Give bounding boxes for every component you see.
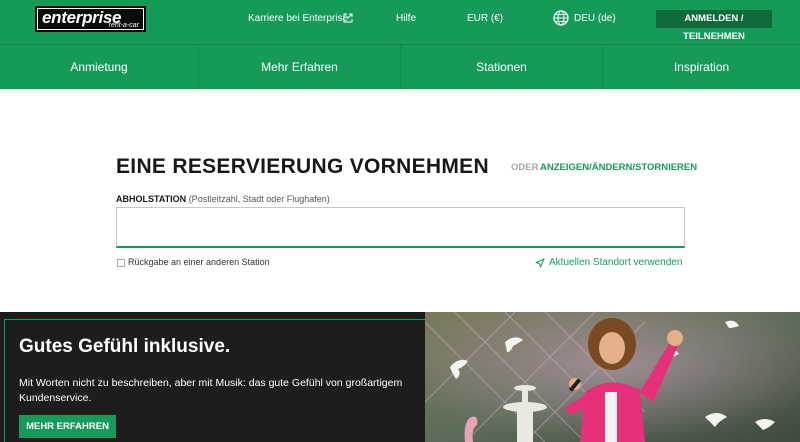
different-return-label[interactable]: Rückgabe an einer anderen Station [128, 257, 270, 267]
nav-item-mehr-erfahren[interactable]: Mehr Erfahren [199, 45, 401, 89]
nav-item-anmietung[interactable]: Anmietung [0, 45, 199, 89]
nav-item-inspiration[interactable]: Inspiration [603, 45, 800, 89]
manage-reservation-link[interactable]: ANZEIGEN/ÄNDERN/STORNIEREN [540, 162, 697, 173]
pickup-location-label: ABHOLSTATION (Postleitzahl, Stadt oder F… [116, 194, 330, 204]
or-label: ODER [511, 162, 539, 173]
use-current-location-link[interactable]: Aktuellen Standort verwenden [549, 257, 682, 268]
learn-more-button[interactable]: MEHR ERFAHREN [19, 415, 116, 438]
nav-item-stationen[interactable]: Stationen [401, 45, 603, 89]
pickup-label-text: ABHOLSTATION [116, 194, 187, 204]
pickup-location-input[interactable] [116, 207, 685, 248]
enterprise-logo[interactable]: enterprise rent-a-car [35, 6, 146, 32]
main-nav: Anmietung Mehr Erfahren Stationen Inspir… [0, 44, 800, 89]
reservation-title: EINE RESERVIERUNG VORNEHMEN [116, 155, 489, 178]
language-selector[interactable]: DEU (de) [574, 13, 616, 24]
promo-text: Mit Worten nicht zu beschreiben, aber mi… [19, 377, 403, 404]
promo-image [425, 312, 800, 442]
top-bar: enterprise rent-a-car Karriere bei Enter… [0, 0, 800, 44]
globe-icon [553, 10, 569, 26]
login-button[interactable]: ANMELDEN / TEILNEHMEN [656, 10, 772, 42]
different-return-checkbox[interactable] [117, 259, 125, 267]
promo-title: Gutes Gefühl inklusive. [19, 336, 231, 357]
location-arrow-icon[interactable] [535, 258, 545, 268]
currency-selector[interactable]: EUR (€) [467, 13, 503, 24]
help-link[interactable]: Hilfe [396, 13, 416, 24]
careers-link[interactable]: Karriere bei Enterprise [248, 13, 348, 24]
pickup-label-hint: (Postleitzahl, Stadt oder Flughafen) [188, 194, 330, 204]
logo-tagline: rent-a-car [108, 22, 139, 29]
external-link-icon [343, 13, 353, 23]
promo-image-illustration [425, 312, 800, 442]
